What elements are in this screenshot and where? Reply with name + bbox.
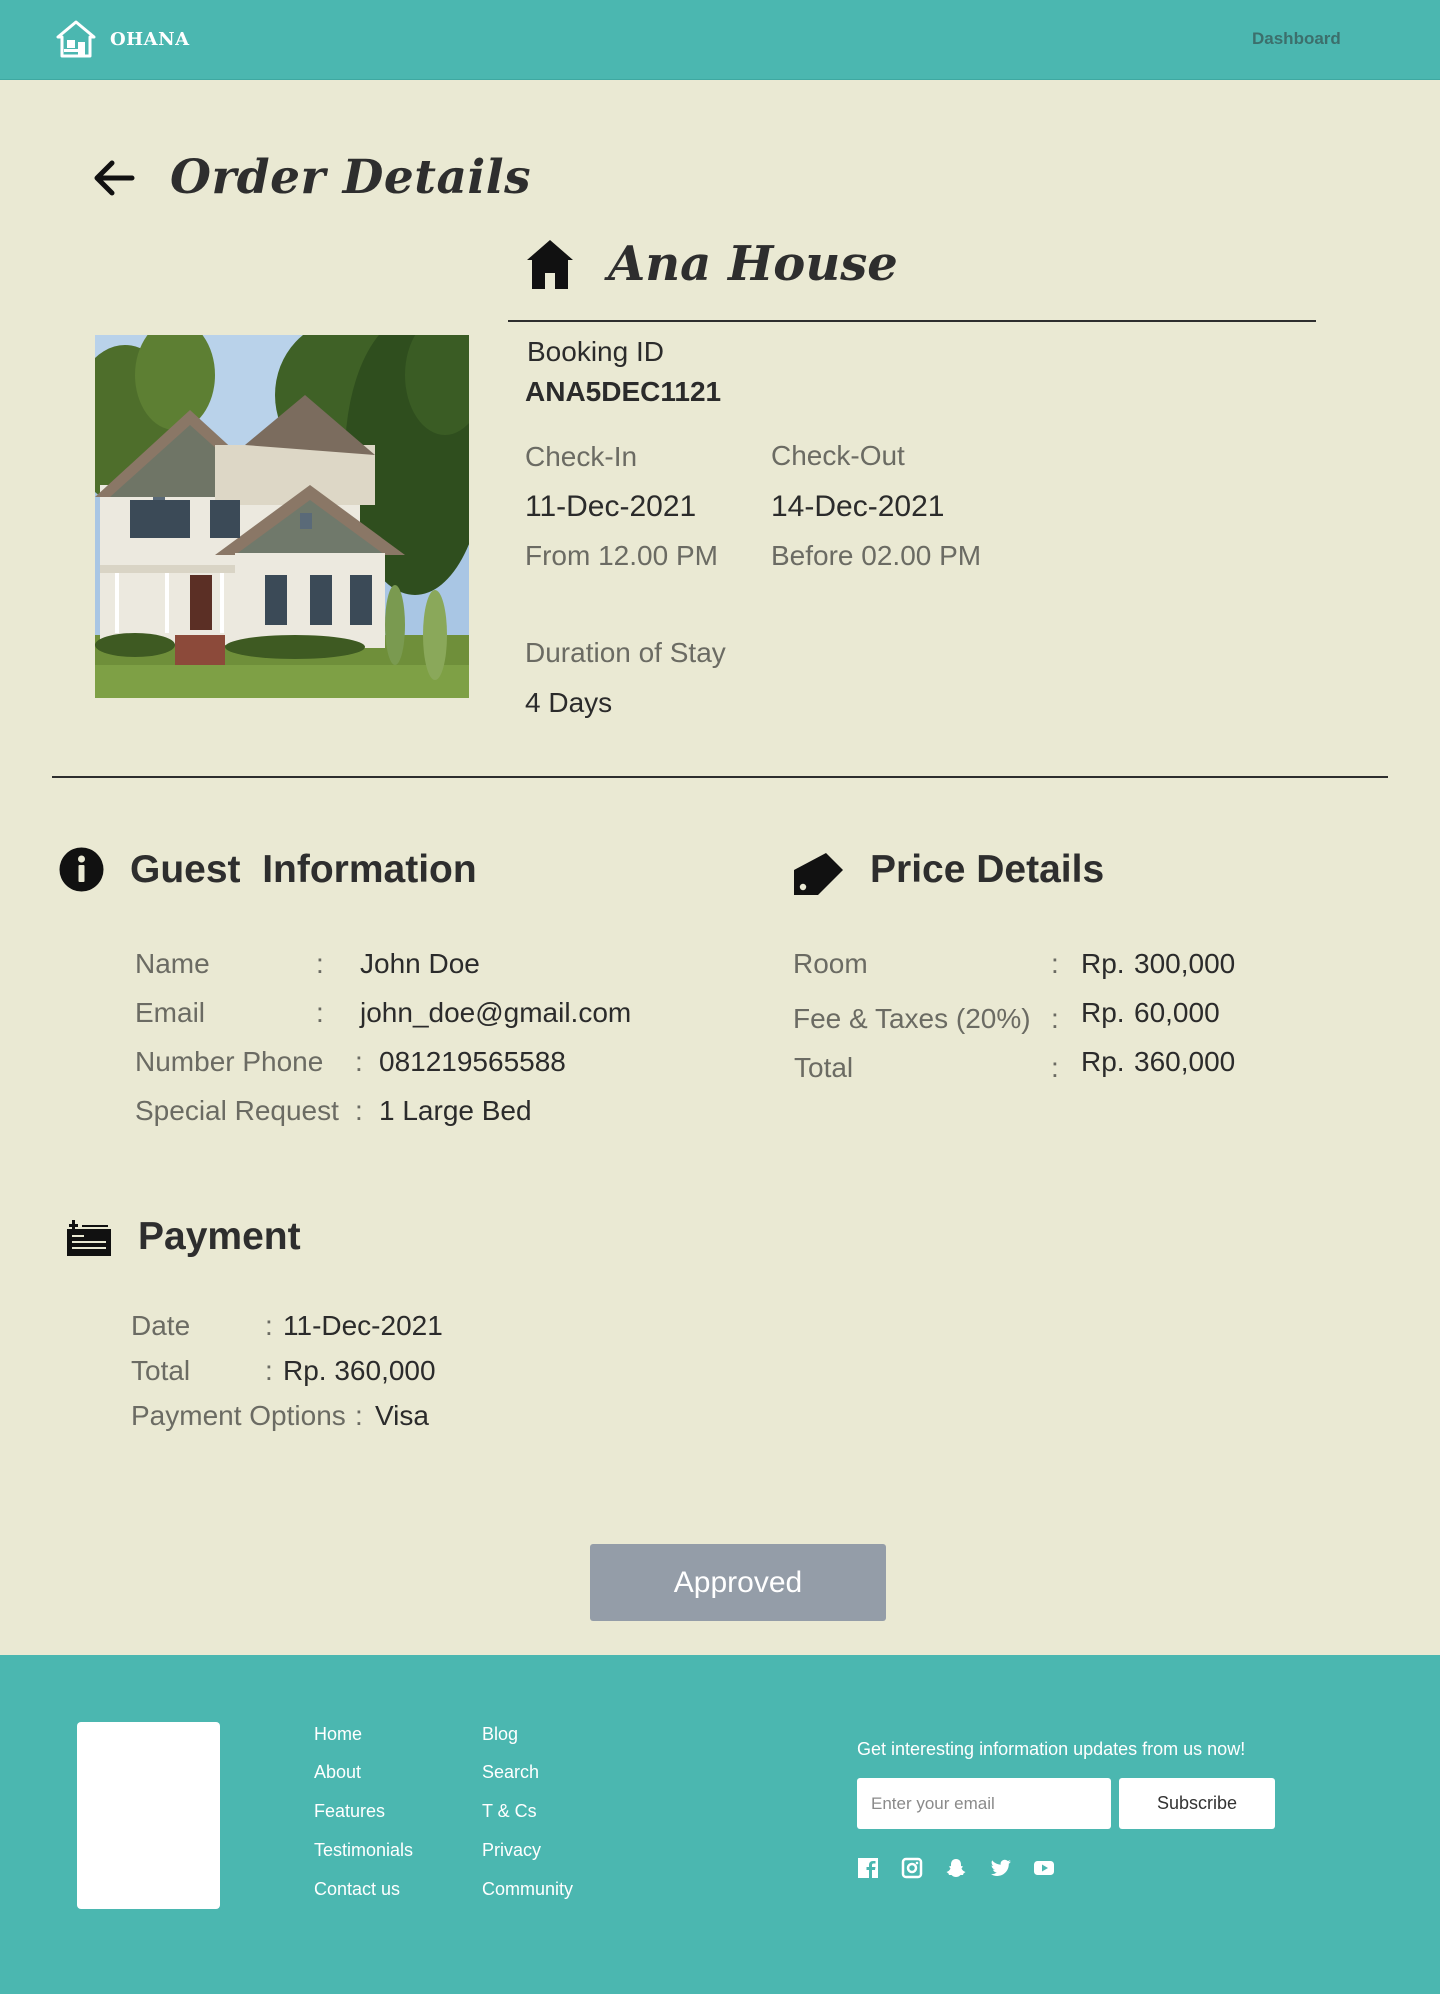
separator: :	[265, 1310, 273, 1341]
separator: :	[355, 1046, 363, 1077]
info-icon	[59, 847, 104, 892]
price-total-value: 360,000	[1134, 1046, 1236, 1077]
guest-request-label: Special Request	[135, 1095, 339, 1126]
property-name: Ana House	[608, 236, 898, 292]
separator: :	[1051, 1052, 1059, 1083]
footer-link-testimonials[interactable]: Testimonials	[314, 1840, 413, 1861]
price-room-label: Room	[793, 948, 868, 979]
subscribe-button[interactable]: Subscribe	[1119, 1778, 1275, 1829]
price-tag-icon	[794, 853, 843, 895]
house-photo	[95, 335, 469, 698]
divider	[52, 776, 1388, 778]
currency-label: Rp.	[1081, 997, 1125, 1028]
guest-phone-value: 081219565588	[379, 1046, 566, 1077]
footer-link-terms[interactable]: T & Cs	[482, 1801, 537, 1822]
footer-link-search[interactable]: Search	[482, 1762, 539, 1783]
duration-label: Duration of Stay	[525, 637, 726, 668]
nav-link-dashboard[interactable]: Dashboard	[1252, 29, 1341, 49]
footer-link-community[interactable]: Community	[482, 1879, 573, 1900]
separator: :	[355, 1095, 363, 1126]
checkin-time: From 12.00 PM	[525, 540, 718, 571]
house-logo-icon	[56, 20, 96, 58]
booking-id-value: ANA5DEC1121	[525, 376, 722, 407]
price-details-heading: Price Details	[792, 844, 1104, 896]
youtube-icon[interactable]	[1033, 1857, 1055, 1879]
price-total-label: Total	[794, 1052, 854, 1083]
footer-link-blog[interactable]: Blog	[482, 1724, 518, 1745]
separator: :	[1051, 1003, 1059, 1034]
checkout-time: Before 02.00 PM	[771, 540, 982, 571]
snapchat-icon[interactable]	[945, 1857, 967, 1879]
payment-date-value: 11-Dec-2021	[283, 1310, 443, 1341]
booking-id-label: Booking ID	[527, 336, 664, 367]
property-header: Ana House	[526, 236, 898, 292]
back-arrow-icon[interactable]	[92, 158, 136, 198]
price-fee-value: 60,000	[1134, 997, 1220, 1028]
footer: Home About Features Testimonials Contact…	[0, 1655, 1440, 1994]
instagram-icon[interactable]	[901, 1857, 923, 1879]
facebook-icon[interactable]	[857, 1857, 879, 1879]
footer-link-privacy[interactable]: Privacy	[482, 1840, 541, 1861]
divider	[508, 320, 1316, 322]
checkout-label: Check-Out	[771, 440, 905, 471]
checkin-date: 11-Dec-2021	[525, 490, 697, 523]
top-navbar: OHANA Dashboard	[0, 0, 1440, 80]
footer-link-home[interactable]: Home	[314, 1724, 362, 1745]
separator: :	[316, 948, 324, 979]
approved-button[interactable]: Approved	[590, 1544, 886, 1621]
payment-options-value: Visa	[375, 1400, 429, 1431]
payment-total-value: Rp. 360,000	[283, 1355, 436, 1386]
guest-email-label: Email	[135, 997, 206, 1028]
payment-check-icon	[67, 1220, 111, 1256]
currency-label: Rp.	[1081, 1046, 1125, 1077]
separator: :	[265, 1355, 273, 1386]
brand-name: OHANA	[110, 28, 190, 50]
payment-total-label: Total	[131, 1355, 191, 1386]
footer-logo	[77, 1722, 220, 1909]
home-icon	[527, 240, 573, 289]
page-title: Order Details	[170, 150, 532, 205]
page-title-row: Order Details	[92, 150, 531, 205]
price-details-title: Price Details	[870, 848, 1105, 891]
guest-request-value: 1 Large Bed	[379, 1095, 532, 1126]
price-room-value: 300,000	[1134, 948, 1236, 979]
newsletter-text: Get interesting information updates from…	[857, 1739, 1246, 1759]
guest-name-label: Name	[135, 948, 210, 979]
footer-link-about[interactable]: About	[314, 1762, 361, 1783]
newsletter-email-input[interactable]	[857, 1778, 1111, 1829]
guest-info-title: Guest Information	[130, 847, 477, 891]
guest-phone-label: Number Phone	[135, 1046, 324, 1077]
price-fee-label: Fee & Taxes (20%)	[793, 1003, 1031, 1034]
guest-email-value: john_doe@gmail.com	[360, 997, 632, 1028]
payment-date-label: Date	[131, 1310, 191, 1341]
payment-options-label: Payment Options	[131, 1400, 346, 1431]
payment-title: Payment	[138, 1215, 301, 1258]
footer-link-contact[interactable]: Contact us	[314, 1879, 400, 1900]
footer-link-features[interactable]: Features	[314, 1801, 385, 1822]
separator: :	[1051, 948, 1059, 979]
guest-name-value: John Doe	[360, 948, 480, 979]
currency-label: Rp.	[1081, 948, 1125, 979]
brand[interactable]: OHANA	[56, 20, 190, 58]
checkout-date: 14-Dec-2021	[771, 490, 945, 523]
twitter-icon[interactable]	[990, 1857, 1012, 1879]
checkin-label: Check-In	[525, 441, 638, 472]
payment-heading: Payment	[66, 1215, 301, 1259]
separator: :	[355, 1400, 363, 1431]
guest-info-heading: Guest Information	[59, 847, 477, 892]
duration-value: 4 Days	[525, 687, 613, 718]
separator: :	[316, 997, 324, 1028]
